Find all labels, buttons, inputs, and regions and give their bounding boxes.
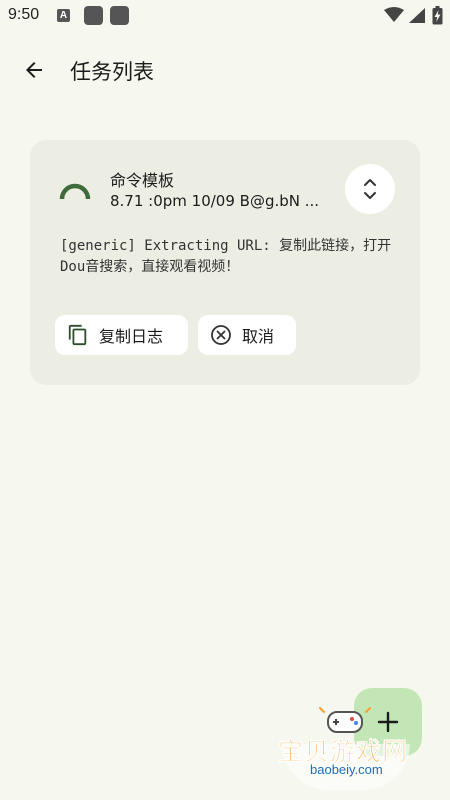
- progress-spinner-icon: [59, 183, 91, 200]
- cancel-button[interactable]: 取消: [198, 315, 296, 355]
- watermark-url: baobeiy.com: [310, 762, 383, 777]
- notification-a-icon: A: [57, 9, 70, 22]
- task-title: 命令模板: [110, 171, 175, 190]
- status-bar: 9:50 A: [0, 0, 450, 32]
- task-list-screen: 9:50 A 任务列表 命令模板 8.71 :0pm 10/09 B@g.bN: [0, 0, 450, 800]
- wifi-icon: [384, 7, 404, 22]
- copy-icon: [67, 324, 89, 346]
- copy-log-label: 复制日志: [99, 327, 164, 346]
- task-subtitle: 8.71 :0pm 10/09 B@g.bN ...: [110, 192, 320, 210]
- back-button[interactable]: [14, 50, 54, 90]
- status-time: 9:50: [8, 6, 40, 23]
- task-card[interactable]: 命令模板 8.71 :0pm 10/09 B@g.bN ... [generic…: [30, 140, 420, 385]
- app-bar: 任务列表: [0, 40, 450, 100]
- page-title: 任务列表: [70, 60, 154, 84]
- expand-collapse-icon: [364, 179, 376, 199]
- app-square-icon: [84, 6, 103, 25]
- signal-icon: [409, 8, 425, 23]
- app-square-icon: [110, 6, 129, 25]
- copy-log-button[interactable]: 复制日志: [55, 315, 188, 355]
- expand-button[interactable]: [345, 164, 395, 214]
- cancel-circle-icon: [210, 324, 232, 346]
- battery-charging-icon: [432, 6, 443, 25]
- arrow-back-icon: [26, 62, 42, 78]
- task-log: [generic] Extracting URL: 复制此链接，打开Dou音搜索…: [60, 238, 392, 275]
- cancel-label: 取消: [242, 327, 275, 346]
- watermark: 宝贝游戏网 baobeiy.com: [276, 706, 416, 796]
